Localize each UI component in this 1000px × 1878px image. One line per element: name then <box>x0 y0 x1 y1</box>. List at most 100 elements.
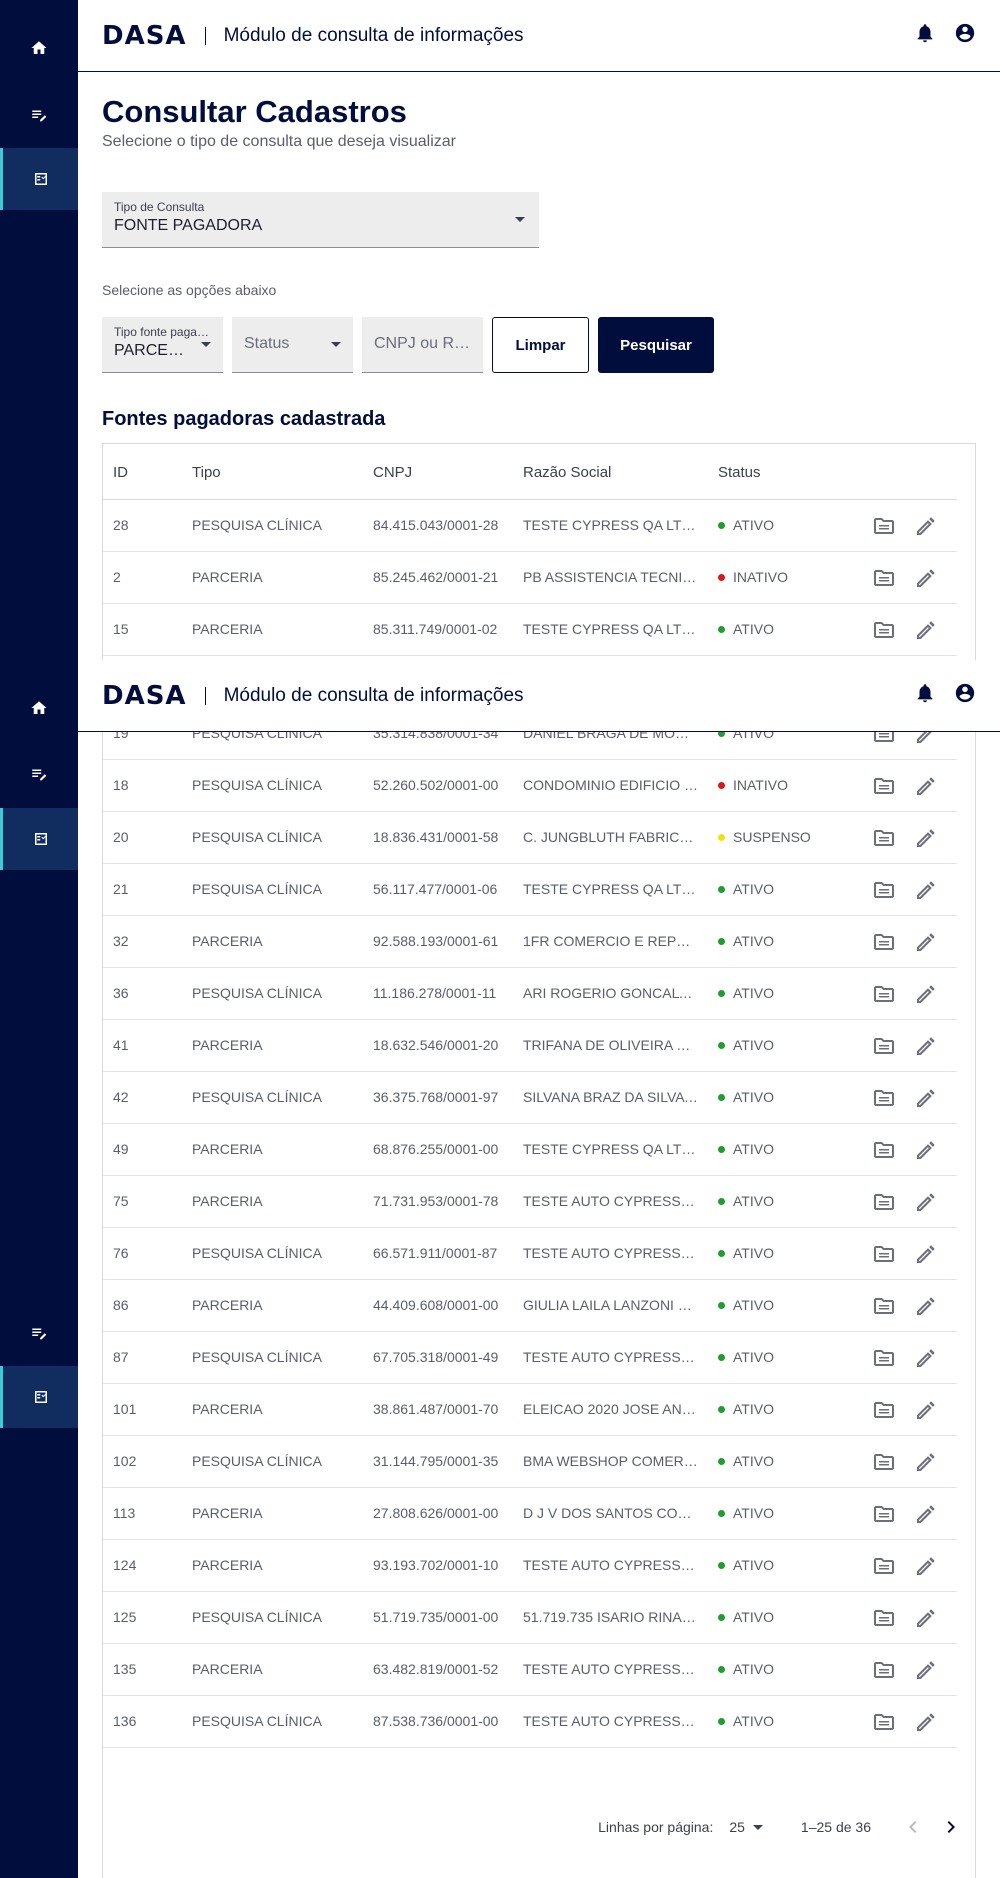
view-details-button[interactable] <box>872 618 896 642</box>
edit-button[interactable] <box>914 1398 938 1422</box>
edit-button[interactable] <box>914 1658 938 1682</box>
cell-status: ATIVO <box>718 985 828 1001</box>
view-details-button[interactable] <box>872 566 896 590</box>
edit-button[interactable] <box>914 1242 938 1266</box>
folder-document-icon <box>874 518 894 534</box>
view-details-button[interactable] <box>872 1398 896 1422</box>
sidebar-item-edit[interactable] <box>0 1302 78 1364</box>
header-divider <box>204 686 206 705</box>
tipo-consulta-select[interactable]: Tipo de Consulta FONTE PAGADORA <box>102 192 539 248</box>
cell-tipo: PESQUISA CLÍNICA <box>192 881 322 897</box>
view-details-button[interactable] <box>872 1034 896 1058</box>
view-details-button[interactable] <box>872 1294 896 1318</box>
sidebar-item-edit[interactable] <box>0 743 78 805</box>
tipo-consulta-value: FONTE PAGADORA <box>114 217 263 234</box>
edit-button[interactable] <box>914 1554 938 1578</box>
edit-button[interactable] <box>914 826 938 850</box>
view-details-button[interactable] <box>872 982 896 1006</box>
cell-razao-social: SILVANA BRAZ DA SILVA 3000 <box>523 1089 698 1105</box>
search-button[interactable]: Pesquisar <box>598 317 714 373</box>
sidebar-item-consulta[interactable] <box>0 148 78 210</box>
notifications-button[interactable] <box>914 682 936 709</box>
view-details-button[interactable] <box>872 1606 896 1630</box>
view-details-button[interactable] <box>872 1502 896 1526</box>
cell-status: ATIVO <box>718 1453 828 1469</box>
sidebar-item-home[interactable] <box>0 17 78 79</box>
cell-id: 76 <box>113 1245 129 1261</box>
notifications-button[interactable] <box>914 22 936 49</box>
clear-button[interactable]: Limpar <box>492 317 589 373</box>
view-details-button[interactable] <box>872 1190 896 1214</box>
edit-button[interactable] <box>914 618 938 642</box>
cell-tipo: PESQUISA CLÍNICA <box>192 1713 322 1729</box>
view-details-button[interactable] <box>872 1450 896 1474</box>
view-details-button[interactable] <box>872 1554 896 1578</box>
tipo-fonte-select[interactable]: Tipo fonte pagadora PARCERIA <box>102 317 223 373</box>
status-select[interactable]: Status <box>232 317 353 373</box>
pencil-icon <box>917 881 935 899</box>
edit-button[interactable] <box>914 1502 938 1526</box>
column-header-tipo: Tipo <box>192 464 221 481</box>
status-dot <box>718 1613 725 1621</box>
view-details-button[interactable] <box>872 1710 896 1734</box>
next-page-button[interactable] <box>939 1815 963 1839</box>
sidebar-item-home[interactable] <box>0 677 78 739</box>
edit-button[interactable] <box>914 930 938 954</box>
previous-page-button[interactable] <box>901 1815 925 1839</box>
status-dot <box>718 885 725 893</box>
cell-cnpj: 52.260.502/0001-00 <box>373 777 499 793</box>
cell-cnpj: 18.632.546/0001-20 <box>373 1037 499 1053</box>
view-details-button[interactable] <box>872 1242 896 1266</box>
status-dot <box>718 1041 725 1049</box>
view-details-button[interactable] <box>872 1346 896 1370</box>
cell-razao-social: 1FR COMERCIO E REPRESENTACOES <box>523 933 698 949</box>
view-details-button[interactable] <box>872 1086 896 1110</box>
cell-id: 18 <box>113 777 129 793</box>
folder-document-icon <box>874 1506 894 1522</box>
account-circle-icon <box>955 683 975 703</box>
edit-button[interactable] <box>914 1710 938 1734</box>
view-details-button[interactable] <box>872 878 896 902</box>
view-details-button[interactable] <box>872 1658 896 1682</box>
edit-button[interactable] <box>914 1138 938 1162</box>
cell-tipo: PESQUISA CLÍNICA <box>192 1453 322 1469</box>
view-details-button[interactable] <box>872 930 896 954</box>
folder-document-icon <box>874 830 894 846</box>
user-account-button[interactable] <box>954 22 976 49</box>
edit-button[interactable] <box>914 1086 938 1110</box>
edit-button[interactable] <box>914 566 938 590</box>
sidebar-item-consulta[interactable] <box>0 808 78 870</box>
view-details-button[interactable] <box>872 1138 896 1162</box>
sidebar-item-edit[interactable] <box>0 84 78 146</box>
cell-tipo: PESQUISA CLÍNICA <box>192 1089 322 1105</box>
pencil-icon <box>917 1245 935 1263</box>
cell-cnpj: 66.571.911/0001-87 <box>373 1245 498 1261</box>
cell-tipo: PARCERIA <box>192 1505 263 1521</box>
edit-button[interactable] <box>914 1294 938 1318</box>
edit-button[interactable] <box>914 774 938 798</box>
rows-per-page-select[interactable]: 25 <box>729 1819 763 1835</box>
user-account-button[interactable] <box>954 682 976 709</box>
edit-button[interactable] <box>914 1606 938 1630</box>
cell-status: ATIVO <box>718 1037 828 1053</box>
pencil-icon <box>917 1557 935 1575</box>
app-header: DASA Módulo de consulta de informações <box>78 0 1000 72</box>
edit-button[interactable] <box>914 1450 938 1474</box>
tipo-consulta-label: Tipo de Consulta <box>114 200 205 214</box>
status-label: SUSPENSO <box>733 829 811 845</box>
folder-document-icon <box>874 1402 894 1418</box>
edit-button[interactable] <box>914 982 938 1006</box>
view-details-button[interactable] <box>872 514 896 538</box>
bell-icon <box>917 684 933 703</box>
edit-button[interactable] <box>914 514 938 538</box>
status-label: INATIVO <box>733 777 788 793</box>
view-details-button[interactable] <box>872 774 896 798</box>
edit-button[interactable] <box>914 878 938 902</box>
view-details-button[interactable] <box>872 826 896 850</box>
pencil-icon <box>917 777 935 795</box>
edit-button[interactable] <box>914 1034 938 1058</box>
sidebar-item-consulta[interactable] <box>0 1366 78 1428</box>
edit-button[interactable] <box>914 1346 938 1370</box>
edit-button[interactable] <box>914 1190 938 1214</box>
cnpj-search-input[interactable]: CNPJ ou Razão Social <box>362 317 483 373</box>
